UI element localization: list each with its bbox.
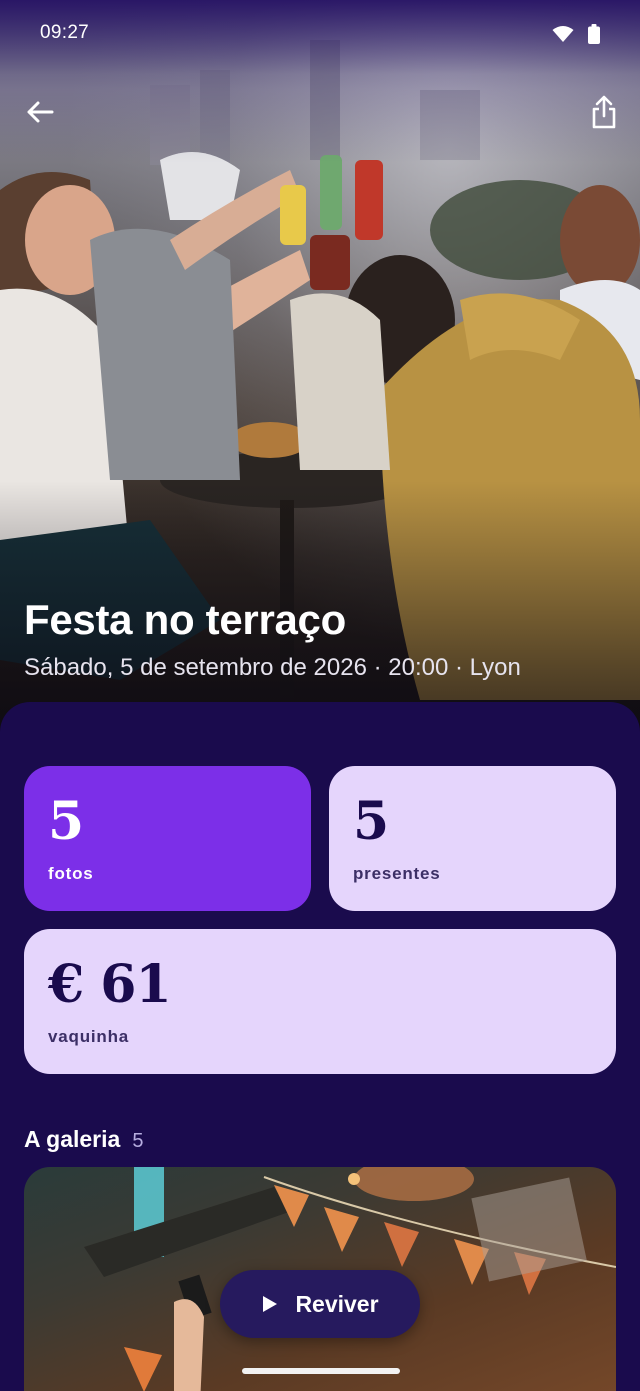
gallery-title: A galeria bbox=[24, 1126, 121, 1152]
arrow-left-icon bbox=[27, 101, 54, 123]
photos-label: fotos bbox=[48, 864, 94, 883]
event-screen: 09:27 Festa no terraço Sábado, 5 de sete… bbox=[0, 0, 640, 1391]
wifi-icon bbox=[552, 26, 574, 42]
attendees-stat-card[interactable]: 5 presentes bbox=[329, 766, 616, 911]
gallery-header: A galeria 5 bbox=[24, 1126, 143, 1153]
status-time: 09:27 bbox=[40, 22, 90, 43]
share-button[interactable] bbox=[582, 90, 626, 134]
kitty-amount: € 61 bbox=[48, 954, 172, 1015]
photos-stat-card[interactable]: 5 fotos bbox=[24, 766, 311, 911]
event-cover-photo: 09:27 Festa no terraço Sábado, 5 de sete… bbox=[0, 0, 640, 740]
relive-button[interactable]: Reviver bbox=[220, 1270, 420, 1338]
attendees-label: presentes bbox=[353, 864, 441, 883]
relive-label: Reviver bbox=[295, 1290, 379, 1317]
share-icon bbox=[592, 95, 616, 129]
play-icon bbox=[263, 1296, 278, 1312]
status-icons bbox=[552, 24, 600, 44]
home-indicator[interactable] bbox=[242, 1368, 400, 1374]
event-details-sheet: 5 fotos 5 presentes € 61 vaquinha A gale… bbox=[0, 702, 640, 1391]
kitty-label: vaquinha bbox=[48, 1027, 130, 1046]
battery-icon bbox=[588, 24, 600, 44]
kitty-stat-card[interactable]: € 61 vaquinha bbox=[24, 929, 616, 1074]
photos-count: 5 bbox=[48, 791, 84, 852]
event-date-location: Sábado, 5 de setembro de 2026 · 20:00 · … bbox=[24, 654, 521, 681]
attendees-count: 5 bbox=[353, 791, 389, 852]
gallery-count: 5 bbox=[132, 1130, 144, 1152]
event-title: Festa no terraço bbox=[24, 596, 346, 643]
back-button[interactable] bbox=[18, 90, 62, 134]
